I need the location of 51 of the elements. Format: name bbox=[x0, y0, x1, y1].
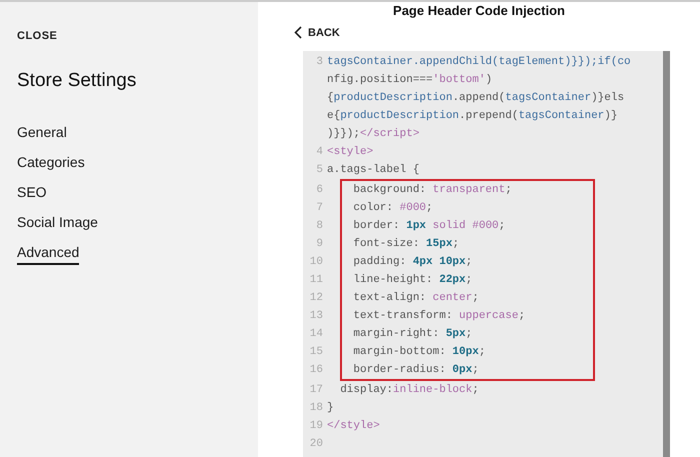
sidebar-item[interactable]: Categories bbox=[17, 154, 85, 175]
sidebar-item[interactable]: Advanced bbox=[17, 244, 80, 265]
scrollbar[interactable] bbox=[663, 51, 670, 457]
chevron-left-icon bbox=[294, 26, 302, 39]
code-line: </style> bbox=[327, 419, 380, 434]
line-number: 11 bbox=[308, 273, 324, 288]
code-line: )}});</script> bbox=[327, 127, 420, 142]
line-number: 14 bbox=[308, 327, 324, 342]
code-line: {productDescription.append(tagsContainer)}els bbox=[327, 91, 624, 106]
back-button[interactable]: BACK bbox=[294, 26, 340, 39]
sidebar-title: Store Settings bbox=[17, 70, 138, 92]
code-line: a.tags-label { bbox=[327, 163, 420, 178]
code-line: margin-bottom: 10px; bbox=[352, 345, 486, 360]
code-line: text-align: center; bbox=[352, 291, 479, 306]
line-number: 10 bbox=[308, 255, 324, 270]
code-line: margin-right: 5px; bbox=[352, 327, 472, 342]
code-editor[interactable] bbox=[303, 51, 663, 457]
code-line: border-radius: 0px; bbox=[352, 363, 479, 378]
sidebar-item[interactable]: Social Image bbox=[17, 214, 98, 235]
code-line: font-size: 15px; bbox=[352, 237, 460, 252]
line-number: 5 bbox=[315, 163, 324, 178]
line-number: 3 bbox=[315, 55, 324, 70]
code-line: e{productDescription.prepend(tagsContainer)} bbox=[327, 109, 618, 124]
close-button[interactable]: CLOSE bbox=[17, 30, 58, 42]
code-line: padding: 4px 10px; bbox=[352, 255, 472, 270]
code-line: } bbox=[327, 401, 334, 416]
line-number: 9 bbox=[315, 237, 324, 252]
line-number: 4 bbox=[315, 145, 324, 160]
line-number: 20 bbox=[308, 437, 324, 452]
line-number: 13 bbox=[308, 309, 324, 324]
code-line: background: transparent; bbox=[352, 183, 512, 198]
line-number: 16 bbox=[308, 363, 324, 378]
sidebar-item[interactable]: SEO bbox=[17, 184, 47, 205]
code-line: tagsContainer.appendChild(tagElement)}});if(co bbox=[327, 55, 631, 70]
panel-title: Page Header Code Injection bbox=[392, 2, 566, 20]
code-line: <style> bbox=[327, 145, 374, 160]
code-line: nfig.position==='bottom') bbox=[327, 73, 492, 88]
sidebar-item[interactable]: General bbox=[17, 124, 67, 145]
line-number: 17 bbox=[308, 383, 324, 398]
code-line: text-transform: uppercase; bbox=[352, 309, 526, 324]
code-line: line-height: 22px; bbox=[352, 273, 472, 288]
line-number: 19 bbox=[308, 419, 324, 434]
line-number: 15 bbox=[308, 345, 324, 360]
line-number: 7 bbox=[315, 201, 324, 216]
code-line: color: #000; bbox=[352, 201, 433, 216]
code-line: display:inline-block; bbox=[339, 383, 479, 398]
line-number: 12 bbox=[308, 291, 324, 306]
line-number: 18 bbox=[308, 401, 324, 416]
line-number: 8 bbox=[315, 219, 324, 234]
code-line: border: 1px solid #000; bbox=[352, 219, 506, 234]
line-number: 6 bbox=[315, 183, 324, 198]
